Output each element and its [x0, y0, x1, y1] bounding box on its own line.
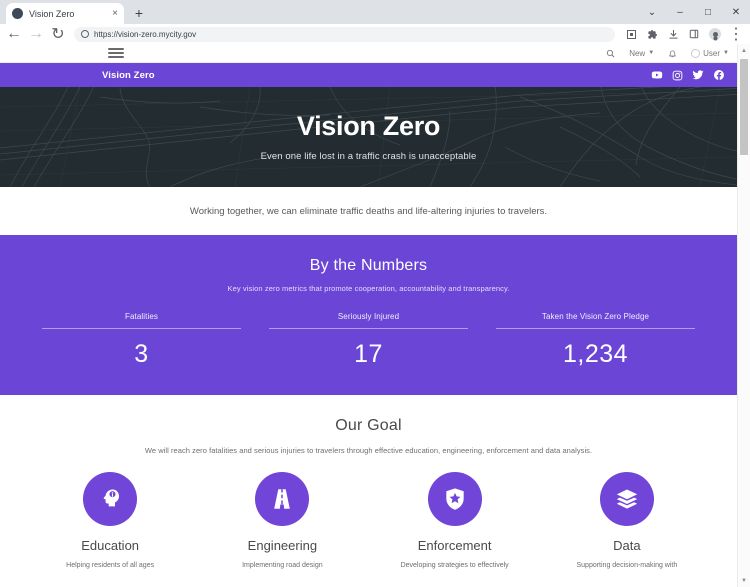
site-brand[interactable]: Vision Zero — [102, 70, 155, 81]
pillar-enforcement: Enforcement Developing strategies to eff… — [369, 472, 541, 570]
tab-title: Vision Zero — [29, 8, 75, 19]
twitter-icon[interactable] — [692, 69, 704, 81]
browser-nav-bar: ← → ↻ https://vision-zero.mycity.gov ⋮ — [0, 24, 750, 44]
chevron-down-icon: ▼ — [648, 50, 655, 56]
stat-label: Seriously Injured — [337, 312, 400, 321]
pillar-name: Data — [613, 538, 641, 553]
site-utility-toolbar: New ▼ User ▼ — [0, 44, 737, 63]
back-icon[interactable]: ← — [4, 25, 24, 43]
site-header: Vision Zero — [0, 63, 737, 87]
avatar — [691, 48, 701, 58]
stat-value: 3 — [134, 340, 149, 368]
stat-card: Seriously Injured 17 — [255, 312, 482, 369]
pillar-name: Education — [81, 538, 140, 553]
road-icon[interactable] — [255, 472, 310, 526]
tab-strip: Vision Zero × + ⌄ – □ ✕ — [0, 0, 750, 24]
stats-row: Fatalities 3 Seriously Injured 17 Taken … — [0, 312, 737, 369]
user-menu-label: User — [703, 48, 721, 58]
window-controls: ⌄ – □ ✕ — [638, 0, 750, 24]
pillar-name: Enforcement — [417, 538, 492, 553]
pillar-description: Supporting decision-making with — [576, 562, 678, 569]
web-page: New ▼ User ▼ Vision Zero Vision Zero Eve… — [0, 44, 737, 587]
hero-banner: Vision Zero Even one life lost in a traf… — [0, 87, 737, 187]
page-scrollbar[interactable]: ▲ ▼ — [737, 44, 750, 587]
hamburger-icon[interactable] — [108, 46, 124, 60]
instagram-icon[interactable] — [672, 70, 683, 81]
stat-card: Taken the Vision Zero Pledge 1,234 — [482, 312, 709, 369]
divider — [42, 328, 241, 329]
numbers-subtitle: Key vision zero metrics that promote coo… — [227, 284, 510, 293]
browser-tab[interactable]: Vision Zero × — [6, 3, 124, 24]
scrollbar-thumb[interactable] — [740, 59, 748, 155]
pillar-name: Engineering — [247, 538, 318, 553]
layers-icon[interactable] — [599, 472, 654, 526]
new-menu-button[interactable]: New ▼ — [629, 49, 654, 58]
side-panel-icon[interactable] — [684, 25, 704, 43]
globe-icon — [12, 8, 23, 19]
scroll-down-icon[interactable]: ▼ — [738, 574, 750, 587]
downloads-icon[interactable] — [663, 25, 683, 43]
pillar-description: Developing strategies to effectively — [400, 562, 509, 569]
divider — [496, 328, 695, 329]
forward-icon[interactable]: → — [26, 25, 46, 43]
page-viewport: New ▼ User ▼ Vision Zero Vision Zero Eve… — [0, 44, 750, 587]
hero-content: Vision Zero Even one life lost in a traf… — [260, 111, 477, 162]
pillar-data: Data Supporting decision-making with — [541, 472, 713, 570]
reload-icon[interactable]: ↻ — [48, 25, 68, 43]
browser-menu-icon[interactable]: ⋮ — [726, 25, 746, 43]
search-icon[interactable] — [606, 49, 615, 58]
stat-label: Taken the Vision Zero Pledge — [541, 312, 650, 321]
shield-star-icon[interactable] — [427, 472, 482, 526]
head-info-icon[interactable] — [83, 472, 138, 526]
intro-band: Working together, we can eliminate traff… — [0, 187, 737, 235]
stat-value: 17 — [354, 340, 383, 368]
youtube-icon[interactable] — [651, 69, 663, 81]
goal-subtitle: We will reach zero fatalities and seriou… — [144, 446, 593, 455]
chevron-down-icon[interactable]: ⌄ — [638, 0, 666, 24]
stat-card: Fatalities 3 — [28, 312, 255, 369]
maximize-button[interactable]: □ — [694, 0, 722, 24]
new-menu-label: New — [629, 48, 646, 58]
close-icon[interactable]: × — [112, 8, 118, 19]
stat-label: Fatalities — [124, 312, 158, 321]
site-info-icon[interactable] — [81, 30, 89, 38]
address-bar[interactable]: https://vision-zero.mycity.gov — [74, 26, 615, 42]
profile-avatar[interactable] — [705, 25, 725, 43]
pillar-education: Education Helping residents of all ages — [24, 472, 196, 570]
chevron-down-icon: ▼ — [723, 50, 729, 56]
user-menu-button[interactable]: User ▼ — [691, 48, 729, 58]
divider — [269, 328, 468, 329]
by-the-numbers-section: By the Numbers Key vision zero metrics t… — [0, 235, 737, 395]
our-goal-section: Our Goal We will reach zero fatalities a… — [0, 395, 737, 571]
pillars-row: Education Helping residents of all ages — [0, 472, 737, 570]
facebook-icon[interactable] — [713, 69, 725, 81]
hero-subtitle: Even one life lost in a traffic crash is… — [260, 150, 477, 162]
pillar-engineering: Engineering Implementing road design — [196, 472, 368, 570]
extensions-icon[interactable] — [642, 25, 662, 43]
close-window-button[interactable]: ✕ — [722, 0, 750, 24]
intro-text: Working together, we can eliminate traff… — [189, 205, 548, 217]
minimize-button[interactable]: – — [666, 0, 694, 24]
scroll-up-icon[interactable]: ▲ — [738, 44, 750, 57]
stat-value: 1,234 — [562, 340, 629, 368]
url-text: https://vision-zero.mycity.gov — [94, 29, 197, 39]
reading-mode-icon[interactable] — [621, 25, 641, 43]
bell-icon[interactable] — [668, 49, 677, 58]
hero-title: Vision Zero — [296, 111, 441, 142]
nav-actions: ⋮ — [621, 25, 746, 43]
numbers-title: By the Numbers — [309, 257, 428, 274]
new-tab-button[interactable]: + — [129, 3, 149, 23]
pillar-description: Helping residents of all ages — [66, 562, 155, 569]
goal-title: Our Goal — [335, 417, 402, 434]
pillar-description: Implementing road design — [242, 562, 323, 569]
social-links — [651, 69, 725, 81]
browser-window: Vision Zero × + ⌄ – □ ✕ ← → ↻ https://vi… — [0, 0, 750, 587]
